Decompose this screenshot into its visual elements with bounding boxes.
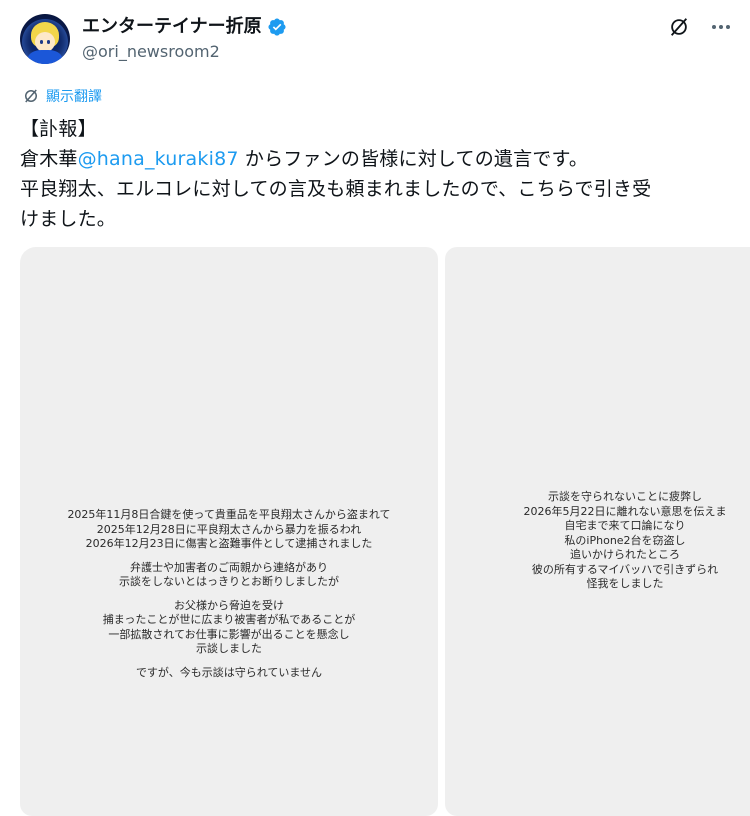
media-image-2[interactable]: 示談を守られないことに疲弊し 2026年5月22日に離れない意思を伝えま 自宅まで来… bbox=[445, 247, 750, 816]
tweet-header: エンターテイナー折原 @ori_newsroom2 bbox=[20, 14, 732, 70]
image-text-line: 示談を守られないことに疲弊し bbox=[548, 490, 702, 503]
image-text-line: ですが、今も示談は守られていません bbox=[135, 665, 323, 679]
image-text-line: 自宅まで来て口論になり bbox=[564, 519, 686, 532]
tweet-line-4: けました。 bbox=[20, 208, 117, 230]
translate-icon bbox=[25, 89, 37, 103]
mention-link[interactable]: @hana_kuraki87 bbox=[78, 148, 239, 170]
image-text-line: 2025年12月28日に平良翔太さんから暴力を振るわれ bbox=[96, 522, 362, 536]
author-display-name[interactable]: エンターテイナー折原 bbox=[82, 16, 262, 38]
more-icon[interactable] bbox=[710, 16, 732, 38]
image-text-line: お父様から脅迫を受け bbox=[174, 598, 284, 612]
image-text-line: 捕まったことが世に広まり被害者が私であることが bbox=[102, 613, 356, 626]
avatar[interactable] bbox=[20, 14, 70, 64]
image-text-line: 弁護士や加害者のご両親から連絡があり bbox=[130, 560, 328, 574]
author-handle[interactable]: @ori_newsroom2 bbox=[82, 42, 220, 62]
tweet-text: 【訃報】 倉木華@hana_kuraki87 からファンの皆様に対しての遺言です… bbox=[20, 114, 735, 234]
tweet-line-2: 倉木華@hana_kuraki87 からファンの皆様に対しての遺言です。 bbox=[20, 144, 735, 174]
image-2-text: 示談を守られないことに疲弊し 2026年5月22日に離れない意思を伝えま 自宅まで来… bbox=[485, 490, 750, 592]
image-text-line: 2026年12月23日に傷害と盗難事件として逮捕されました bbox=[85, 537, 373, 550]
media-image-1[interactable]: 2025年11月8日合鍵を使って貴重品を平良翔太さんから盗まれて 2025年12月… bbox=[20, 247, 438, 816]
author-name-row: エンターテイナー折原 bbox=[82, 16, 287, 38]
image-text-line: 2026年5月22日に離れない意思を伝えま bbox=[523, 504, 727, 518]
image-1-text: 2025年11月8日合鍵を使って貴重品を平良翔太さんから盗まれて 2025年12月… bbox=[20, 508, 438, 680]
image-text-line: 私のiPhone2台を窃盗し bbox=[564, 533, 686, 547]
tweet-line-2-post: からファンの皆様に対しての遺言です。 bbox=[238, 148, 589, 170]
tweet-actions-top bbox=[668, 16, 732, 38]
translate-link[interactable]: 顯示翻譯 bbox=[22, 86, 102, 106]
image-text-line: 示談しました bbox=[196, 642, 262, 655]
image-text-line: 彼の所有するマイバッハで引きずられ bbox=[531, 562, 719, 576]
image-text-line: 一部拡散されてお仕事に影響が出ることを懸念し bbox=[108, 627, 350, 641]
image-text-line: 怪我をしました bbox=[586, 577, 664, 590]
image-text-line: 示談をしないとはっきりとお断りしましたが bbox=[119, 575, 339, 588]
translate-label: 顯示翻譯 bbox=[46, 89, 102, 105]
tweet-line-2-pre: 倉木華 bbox=[20, 148, 78, 170]
tweet-line-1: 【訃報】 bbox=[20, 118, 97, 140]
media-gallery: 2025年11月8日合鍵を使って貴重品を平良翔太さんから盗まれて 2025年12月… bbox=[20, 247, 750, 816]
image-text-line: 追いかけられたところ bbox=[570, 548, 680, 561]
grok-icon[interactable] bbox=[668, 16, 690, 38]
tweet-line-3: 平良翔太、エルコレに対しての言及も頼まれましたので、こちらで引き受 bbox=[20, 178, 652, 200]
verified-badge-icon bbox=[268, 18, 286, 36]
image-text-line: 2025年11月8日合鍵を使って貴重品を平良翔太さんから盗まれて bbox=[67, 508, 391, 521]
